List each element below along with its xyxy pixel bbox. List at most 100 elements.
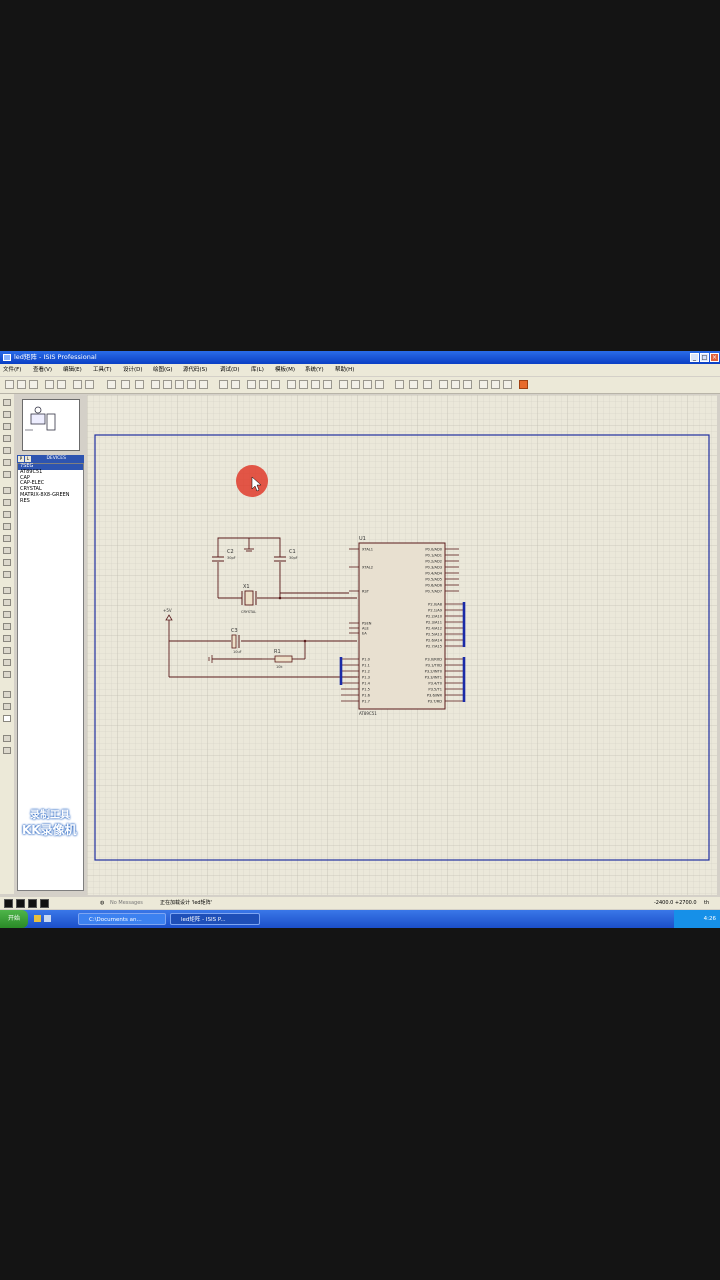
zoom-out-icon[interactable]	[175, 380, 184, 389]
rotate-cw-icon[interactable]	[3, 691, 11, 698]
quicklaunch-ie-icon[interactable]	[34, 915, 41, 922]
cut-icon[interactable]	[247, 380, 256, 389]
import-icon[interactable]	[45, 380, 54, 389]
menu-file[interactable]: 文件(F)	[3, 364, 21, 376]
undo-icon[interactable]	[219, 380, 228, 389]
menu-edit[interactable]: 编辑(E)	[63, 364, 82, 376]
library-manager-button[interactable]: L	[25, 456, 31, 462]
overview-window[interactable]	[22, 399, 80, 451]
stop-button[interactable]	[40, 899, 49, 908]
remove-sheet-icon[interactable]	[451, 380, 460, 389]
print-icon[interactable]	[73, 380, 82, 389]
junction-dot-icon[interactable]	[3, 423, 11, 430]
close-button[interactable]: ×	[710, 353, 719, 362]
block-rotate-icon[interactable]	[311, 380, 320, 389]
decompose-icon[interactable]	[375, 380, 384, 389]
circle-icon[interactable]	[3, 611, 11, 618]
ares-icon[interactable]	[519, 380, 528, 389]
line-icon[interactable]	[3, 587, 11, 594]
taskbar-isis[interactable]: led矩阵 - ISIS P...	[170, 913, 260, 925]
component-mode-icon[interactable]	[3, 411, 11, 418]
text-script-icon[interactable]	[3, 447, 11, 454]
play-button[interactable]	[4, 899, 13, 908]
menu-help[interactable]: 帮助(H)	[335, 364, 354, 376]
menu-graph[interactable]: 绘图(G)	[153, 364, 173, 376]
open-folder-icon[interactable]	[17, 380, 26, 389]
origin-icon[interactable]	[135, 380, 144, 389]
zoom-in-icon[interactable]	[163, 380, 172, 389]
new-file-icon[interactable]	[5, 380, 14, 389]
taskbar-explorer[interactable]: C:\Documents an...	[78, 913, 166, 925]
menu-source[interactable]: 源代码(S)	[183, 364, 207, 376]
pin-p3-6-label: P3.6/WR	[427, 693, 443, 697]
virtual-instruments-icon[interactable]	[3, 571, 11, 578]
menu-debug[interactable]: 调试(D)	[220, 364, 240, 376]
property-assign-icon[interactable]	[423, 380, 432, 389]
menu-view[interactable]: 查看(V)	[33, 364, 52, 376]
current-probe-icon[interactable]	[3, 559, 11, 566]
step-button[interactable]	[16, 899, 25, 908]
maximize-button[interactable]: □	[700, 353, 709, 362]
device-selector-header: PL DEVICES	[17, 455, 84, 463]
new-sheet-icon[interactable]	[439, 380, 448, 389]
marker-icon[interactable]	[3, 671, 11, 678]
mirror-x-icon[interactable]	[3, 735, 11, 742]
resistor-r1[interactable]	[274, 655, 293, 663]
arc-icon[interactable]	[3, 623, 11, 630]
subcircuit-icon[interactable]	[3, 471, 11, 478]
symbol-icon[interactable]	[3, 659, 11, 666]
make-device-icon[interactable]	[351, 380, 360, 389]
menu-design[interactable]: 设计(D)	[123, 364, 143, 376]
bill-of-materials-icon[interactable]	[479, 380, 488, 389]
zoom-all-icon[interactable]	[187, 380, 196, 389]
graph-icon[interactable]	[3, 511, 11, 518]
box-icon[interactable]	[3, 599, 11, 606]
device-pins-icon[interactable]	[3, 499, 11, 506]
search-tag-icon[interactable]	[409, 380, 418, 389]
export-icon[interactable]	[57, 380, 66, 389]
packaging-icon[interactable]	[363, 380, 372, 389]
pick-device-icon[interactable]	[339, 380, 348, 389]
menu-template[interactable]: 模板(M)	[275, 364, 295, 376]
pause-button[interactable]	[28, 899, 37, 908]
paste-icon[interactable]	[271, 380, 280, 389]
rotate-ccw-icon[interactable]	[3, 703, 11, 710]
voltage-probe-icon[interactable]	[3, 547, 11, 554]
block-delete-icon[interactable]	[323, 380, 332, 389]
menu-library[interactable]: 库(L)	[251, 364, 264, 376]
wire-label-icon[interactable]	[3, 435, 11, 442]
pick-devices-button[interactable]: P	[18, 456, 24, 462]
quicklaunch-desktop-icon[interactable]	[44, 915, 51, 922]
start-button[interactable]: 开始	[0, 910, 28, 928]
zoom-area-icon[interactable]	[199, 380, 208, 389]
u1-ref: U1	[359, 536, 366, 542]
bus-icon[interactable]	[3, 459, 11, 466]
rotation-angle-field[interactable]	[3, 715, 11, 722]
schematic-sheet[interactable]: C2 30pF C1 30pF X1 CRYSTAL +5V C3 10uF R…	[87, 395, 717, 895]
copy-icon[interactable]	[259, 380, 268, 389]
text-icon[interactable]	[3, 647, 11, 654]
device-item-res[interactable]: RES	[18, 498, 83, 505]
electrical-check-icon[interactable]	[491, 380, 500, 389]
refresh-icon[interactable]	[107, 380, 116, 389]
schematic-canvas[interactable]: C2 30pF C1 30pF X1 CRYSTAL +5V C3 10uF R…	[87, 395, 717, 895]
print-area-icon[interactable]	[85, 380, 94, 389]
netlist-icon[interactable]	[503, 380, 512, 389]
grid-icon[interactable]	[121, 380, 130, 389]
block-move-icon[interactable]	[299, 380, 308, 389]
wire-autorouter-icon[interactable]	[395, 380, 404, 389]
menu-system[interactable]: 系统(Y)	[305, 364, 324, 376]
redo-icon[interactable]	[231, 380, 240, 389]
terminals-icon[interactable]	[3, 487, 11, 494]
goto-sheet-icon[interactable]	[463, 380, 472, 389]
selection-mode-icon[interactable]	[3, 399, 11, 406]
menu-tools[interactable]: 工具(T)	[93, 364, 112, 376]
minimize-button[interactable]: _	[690, 353, 699, 362]
block-copy-icon[interactable]	[287, 380, 296, 389]
path-icon[interactable]	[3, 635, 11, 642]
tape-recorder-icon[interactable]	[3, 523, 11, 530]
generator-icon[interactable]	[3, 535, 11, 542]
mirror-y-icon[interactable]	[3, 747, 11, 754]
pan-icon[interactable]	[151, 380, 160, 389]
save-icon[interactable]	[29, 380, 38, 389]
